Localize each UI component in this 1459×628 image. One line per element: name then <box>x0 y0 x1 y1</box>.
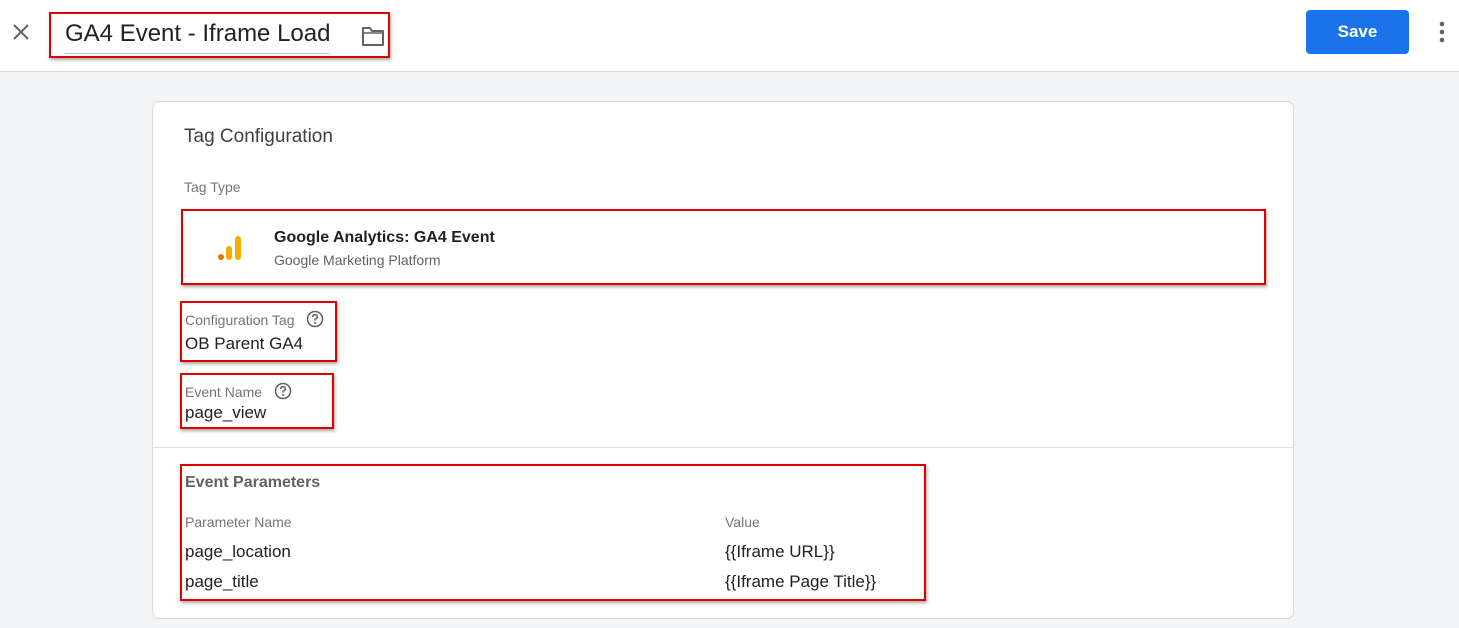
table-header: Parameter Name Value <box>185 514 905 542</box>
event-name-field: Event Name page_view <box>180 373 334 429</box>
event-parameters-table: Parameter Name Value page_location {{Ifr… <box>185 514 905 602</box>
section-divider <box>153 447 1293 448</box>
save-button[interactable]: Save <box>1306 10 1409 54</box>
close-button[interactable] <box>8 19 34 45</box>
top-bar: GA4 Event - Iframe Load Save <box>0 0 1459 72</box>
tag-type-selector[interactable]: Google Analytics: GA4 Event Google Marke… <box>181 209 1266 285</box>
card-title: Tag Configuration <box>184 126 333 147</box>
help-icon[interactable] <box>274 382 292 400</box>
tag-name-highlight: GA4 Event - Iframe Load <box>49 12 390 58</box>
google-analytics-icon <box>218 236 241 260</box>
table-row[interactable]: page_location {{Iframe URL}} <box>185 542 905 572</box>
folder-icon[interactable] <box>361 25 385 47</box>
column-header-parameter-name: Parameter Name <box>185 514 292 530</box>
event-name-label: Event Name <box>185 384 263 400</box>
column-header-value: Value <box>725 514 760 530</box>
parameter-name: page_location <box>185 542 291 561</box>
table-row[interactable]: page_title {{Iframe Page Title}} <box>185 572 905 602</box>
parameter-value: {{Iframe Page Title}} <box>725 572 877 591</box>
parameter-name: page_title <box>185 572 259 591</box>
tag-type-label: Tag Type <box>184 179 241 195</box>
close-icon <box>13 24 29 40</box>
more-vert-icon[interactable] <box>1434 20 1450 44</box>
tag-type-name: Google Analytics: GA4 Event <box>274 229 495 246</box>
help-icon[interactable] <box>306 310 324 328</box>
tag-configuration-card: Tag Configuration Tag Type Google Analyt… <box>152 101 1294 619</box>
event-parameters-title: Event Parameters <box>185 474 321 491</box>
event-parameters-section: Event Parameters Parameter Name Value pa… <box>180 464 926 601</box>
tag-name-input[interactable]: GA4 Event - Iframe Load <box>65 20 331 54</box>
event-name-value[interactable]: page_view <box>185 403 266 423</box>
parameter-value: {{Iframe URL}} <box>725 542 835 561</box>
configuration-tag-value[interactable]: OB Parent GA4 <box>185 334 303 354</box>
configuration-tag-label: Configuration Tag <box>185 312 295 328</box>
configuration-tag-field: Configuration Tag OB Parent GA4 <box>180 301 337 362</box>
tag-type-provider: Google Marketing Platform <box>274 252 441 268</box>
